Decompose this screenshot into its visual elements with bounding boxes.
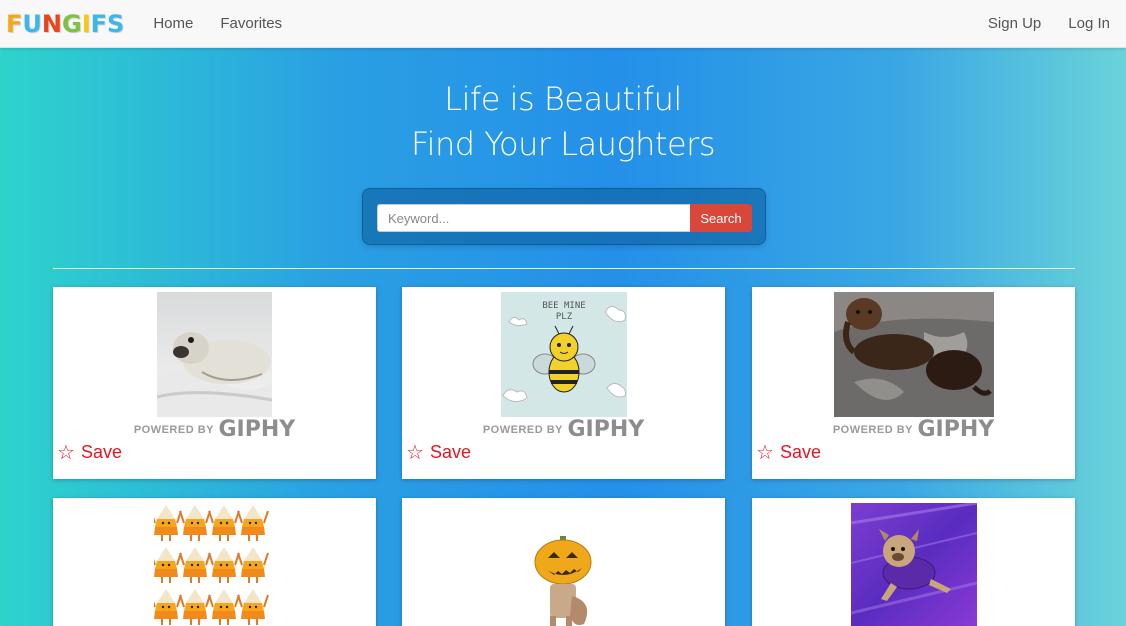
powered-by-giphy: POWERED BY GIPHY xyxy=(752,417,1075,442)
nav-login-link[interactable]: Log In xyxy=(1068,15,1110,32)
gif-card: POWERED BY GIPHY ☆ Save xyxy=(752,287,1075,479)
search-panel: Search xyxy=(362,188,766,245)
logo-letter: U xyxy=(22,9,42,38)
divider xyxy=(53,268,1075,269)
logo-letter: G xyxy=(62,9,82,38)
powered-by-text: POWERED BY xyxy=(832,424,913,436)
save-label: Save xyxy=(429,442,471,462)
nav-favorites-link[interactable]: Favorites xyxy=(220,15,282,32)
save-button[interactable]: ☆ Save xyxy=(57,442,122,463)
star-icon: ☆ xyxy=(406,441,424,464)
gif-card: POWERED BY GIPHY ☆ Save xyxy=(53,287,376,479)
gif-card: BEE MINE PLZ POWERED BY GIPHY ☆ Save xyxy=(402,287,725,479)
gif-card xyxy=(402,498,725,626)
svg-text:PLZ: PLZ xyxy=(556,312,573,322)
star-icon: ☆ xyxy=(756,441,774,464)
hero-title-line2: Find Your Laughters xyxy=(411,125,715,163)
logo-letter: N xyxy=(41,9,62,38)
fungifs-logo[interactable]: F U N G I F S xyxy=(6,10,124,38)
logo-letter: F xyxy=(90,9,108,38)
hero-title-line1: Life is Beautiful xyxy=(444,80,682,118)
pumpkin-head-gif[interactable] xyxy=(528,536,598,626)
powered-by-text: POWERED BY xyxy=(482,424,563,436)
giphy-brand: GIPHY xyxy=(567,417,645,442)
logo-letter: S xyxy=(107,9,125,38)
save-button[interactable]: ☆ Save xyxy=(406,442,471,463)
bee-gif[interactable]: BEE MINE PLZ xyxy=(501,292,627,417)
navbar: F U N G I F S Home Favorites Sign Up Log… xyxy=(0,0,1126,48)
powered-by-giphy: POWERED BY GIPHY xyxy=(402,417,725,442)
nav-home-link[interactable]: Home xyxy=(153,15,193,32)
logo-letter: I xyxy=(81,9,91,38)
gif-card xyxy=(752,498,1075,626)
powered-by-giphy: POWERED BY GIPHY xyxy=(53,417,376,442)
save-label: Save xyxy=(779,442,821,462)
flying-bulldog-gif[interactable] xyxy=(851,503,977,626)
powered-by-text: POWERED BY xyxy=(133,424,214,436)
seal-gif[interactable] xyxy=(157,292,272,417)
search-input[interactable] xyxy=(377,204,691,232)
dachshunds-gif[interactable] xyxy=(834,292,994,417)
giphy-brand: GIPHY xyxy=(218,417,296,442)
gif-card xyxy=(53,498,376,626)
giphy-brand: GIPHY xyxy=(917,417,995,442)
nav-signup-link[interactable]: Sign Up xyxy=(988,15,1041,32)
save-label: Save xyxy=(80,442,122,462)
star-icon: ☆ xyxy=(57,441,75,464)
candy-corn-gif[interactable] xyxy=(154,503,274,626)
search-button[interactable]: Search xyxy=(690,204,752,232)
save-button[interactable]: ☆ Save xyxy=(756,442,821,463)
bee-caption: BEE MINE xyxy=(542,301,585,311)
logo-letter: F xyxy=(6,9,23,38)
